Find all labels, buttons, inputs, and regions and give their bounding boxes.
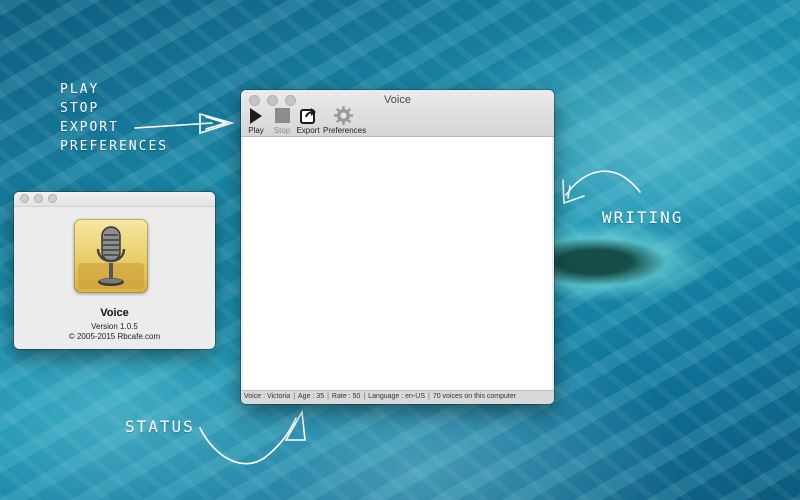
about-version: Version 1.0.5 bbox=[91, 322, 138, 331]
about-copyright: © 2005-2015 Rbcafe.com bbox=[68, 332, 161, 341]
microphone-icon bbox=[74, 219, 148, 293]
annotation-preferences: PREFERENCES bbox=[60, 139, 169, 154]
stop-icon bbox=[272, 106, 292, 125]
voice-window: Voice Play Stop Export Preferences Voice… bbox=[241, 90, 554, 404]
gear-icon bbox=[333, 106, 353, 125]
stop-button[interactable]: Stop bbox=[271, 106, 293, 135]
about-window-controls bbox=[20, 194, 57, 203]
status-age: Age : 35 bbox=[298, 393, 325, 400]
arrow-to-editor-icon bbox=[565, 170, 641, 196]
status-rate: Rate : 50 bbox=[331, 393, 361, 400]
annotation-status: STATUS bbox=[125, 417, 195, 436]
preferences-label: Preferences bbox=[323, 126, 367, 135]
export-icon bbox=[298, 106, 318, 125]
status-voice: Voice : Victoria bbox=[244, 393, 291, 400]
status-separator: | bbox=[293, 393, 296, 400]
annotation-export: EXPORT bbox=[60, 120, 119, 135]
annotation-play: PLAY bbox=[60, 82, 100, 97]
export-button[interactable]: Export bbox=[295, 106, 321, 135]
play-label: Play bbox=[248, 126, 264, 135]
play-button[interactable]: Play bbox=[245, 106, 267, 135]
window-title: Voice bbox=[384, 94, 411, 106]
annotation-writing: WRITING bbox=[602, 208, 684, 227]
status-separator: | bbox=[428, 393, 430, 400]
text-editor[interactable] bbox=[243, 137, 552, 391]
close-icon[interactable] bbox=[20, 194, 29, 203]
status-voice-count: 70 voices on this computer bbox=[432, 393, 517, 400]
toolbar: Play Stop Export Preferences bbox=[241, 106, 554, 136]
preferences-button[interactable]: Preferences bbox=[323, 106, 367, 135]
about-window: Voice Version 1.0.5 © 2005-2015 Rbcafe.c… bbox=[14, 192, 215, 349]
minimize-icon[interactable] bbox=[34, 194, 43, 203]
annotation-toolbar-list: PLAY STOP EXPORT PREFERENCES bbox=[60, 80, 168, 156]
voice-titlebar[interactable]: Voice Play Stop Export Preferences bbox=[241, 90, 554, 137]
zoom-icon[interactable] bbox=[48, 194, 57, 203]
play-icon bbox=[246, 106, 266, 125]
status-bar: Voice : Victoria | Age : 35 | Rate : 50 | Lang… bbox=[241, 390, 554, 404]
about-titlebar[interactable] bbox=[14, 192, 215, 207]
status-language: Language : en-US bbox=[368, 393, 425, 400]
status-separator: | bbox=[327, 393, 329, 400]
stop-label: Stop bbox=[273, 126, 291, 135]
export-label: Export bbox=[296, 126, 320, 135]
annotation-stop: STOP bbox=[60, 101, 100, 116]
arrow-to-status-icon bbox=[199, 417, 297, 465]
about-app-name: Voice bbox=[100, 307, 129, 319]
status-separator: | bbox=[363, 393, 366, 400]
